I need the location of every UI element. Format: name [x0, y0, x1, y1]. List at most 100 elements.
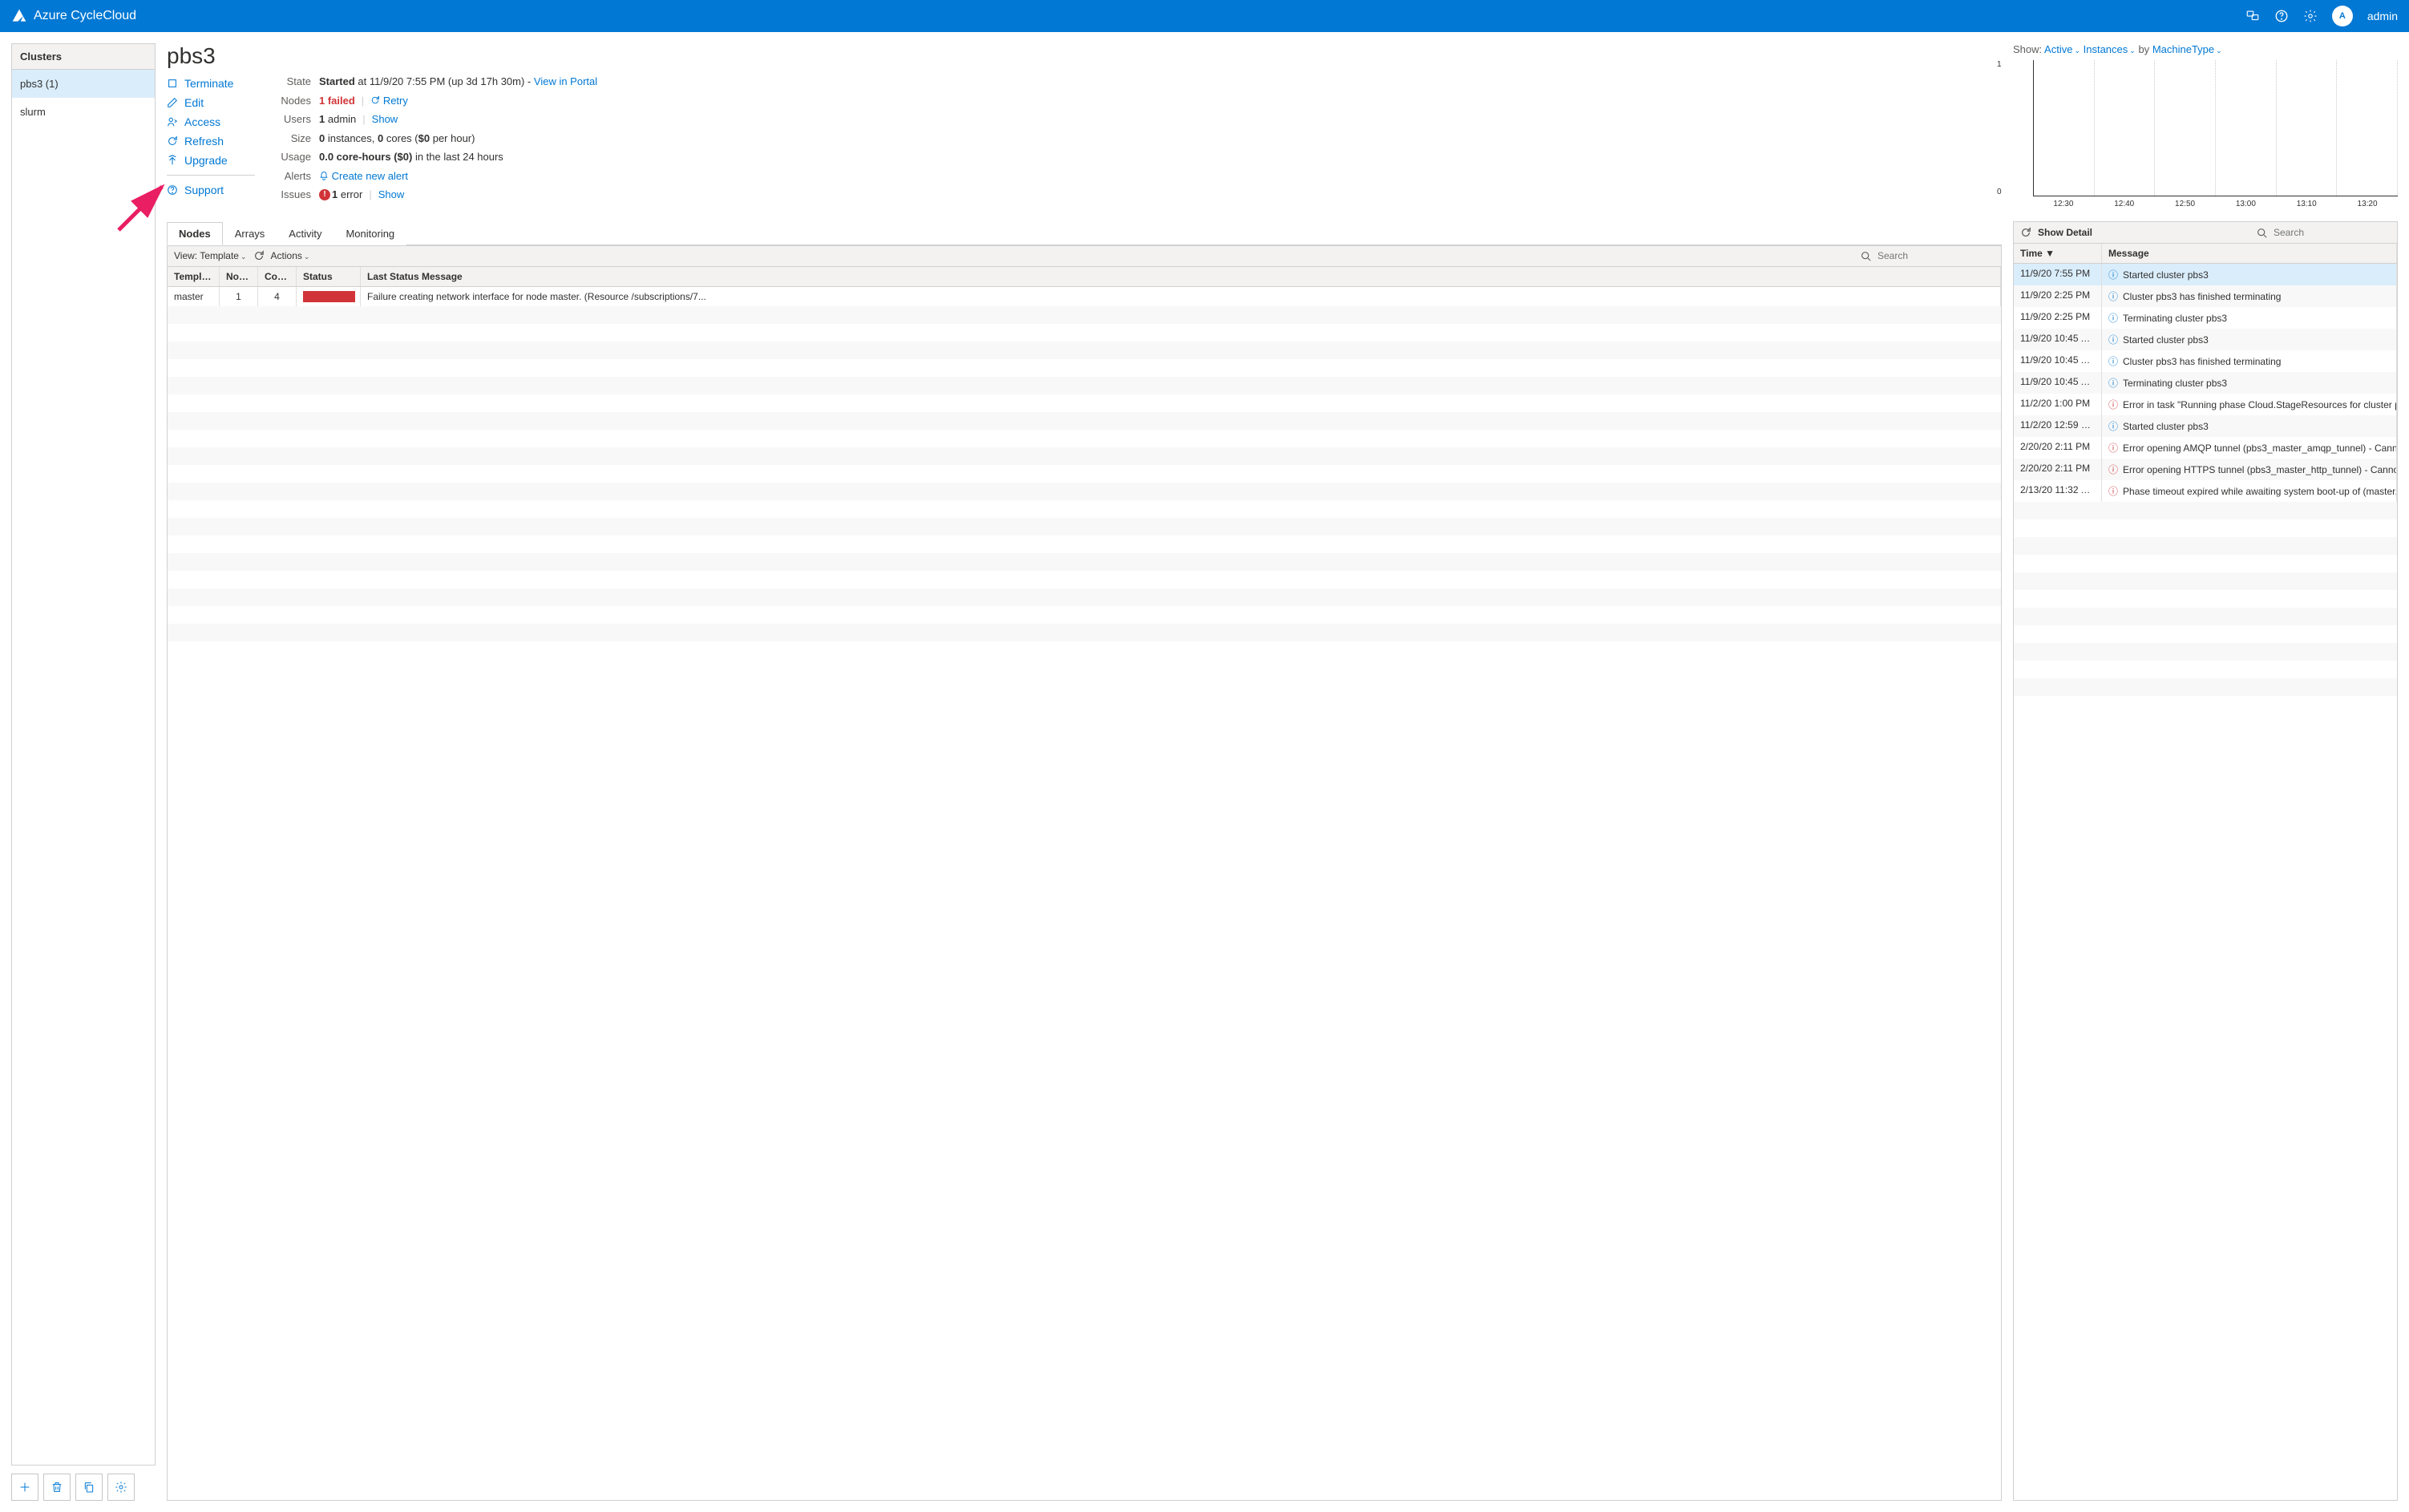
info-icon: ⓘ: [2108, 333, 2118, 346]
event-row[interactable]: 11/9/20 10:45 AMⓘCluster pbs3 has finish…: [2014, 350, 2397, 372]
col-cores[interactable]: Cores: [258, 267, 297, 286]
upgrade-icon: [167, 155, 178, 166]
chart-tick: 12:40: [2094, 200, 2155, 208]
error-icon: ⓘ: [2108, 484, 2118, 498]
view-portal-link[interactable]: View in Portal: [534, 74, 597, 90]
col-nodes[interactable]: Nodes: [220, 267, 258, 286]
node-row[interactable]: master 1 4 Failure creating network inte…: [168, 287, 2001, 306]
cluster-title: pbs3: [167, 43, 1997, 69]
chart-show-instances[interactable]: Instances⌄: [2084, 43, 2136, 55]
user-name[interactable]: admin: [2367, 10, 2398, 22]
gear-icon[interactable]: [2303, 9, 2318, 23]
sidebar-header: Clusters: [12, 44, 155, 70]
show-issues-link[interactable]: Show: [378, 187, 405, 203]
search-icon: [1861, 251, 1871, 261]
col-last-msg[interactable]: Last Status Message: [361, 267, 2001, 286]
support-action[interactable]: Support: [167, 180, 255, 200]
error-icon: ⓘ: [2108, 463, 2118, 476]
person-icon: [167, 116, 178, 127]
refresh-action[interactable]: Refresh: [167, 131, 255, 151]
tab-arrays[interactable]: Arrays: [223, 222, 277, 245]
info-icon: ⓘ: [2108, 268, 2118, 281]
events-table-head: Time ▼ Message: [2014, 244, 2397, 264]
show-detail-button[interactable]: Show Detail: [2038, 227, 2092, 238]
sidebar-item[interactable]: slurm: [12, 98, 155, 126]
error-badge-icon: !: [319, 189, 330, 200]
event-row[interactable]: 11/9/20 2:25 PMⓘTerminating cluster pbs3: [2014, 307, 2397, 329]
event-row[interactable]: 11/9/20 10:45 AMⓘStarted cluster pbs3: [2014, 329, 2397, 350]
info-icon: ⓘ: [2108, 354, 2118, 368]
copy-cluster-button[interactable]: [75, 1474, 103, 1501]
cluster-actions: Terminate Edit Access Refresh: [167, 74, 255, 206]
info-icon: ⓘ: [2108, 311, 2118, 325]
retry-icon: [370, 95, 380, 105]
chart-tick: 13:10: [2276, 200, 2337, 208]
bell-icon: [319, 171, 329, 180]
avatar[interactable]: A: [2332, 6, 2353, 26]
events-search-input[interactable]: [2270, 225, 2391, 240]
chart-tick: 13:20: [2337, 200, 2398, 208]
chart-area[interactable]: [2033, 60, 2398, 196]
info-icon: ⓘ: [2108, 289, 2118, 303]
settings-button[interactable]: [107, 1474, 135, 1501]
upgrade-action[interactable]: Upgrade: [167, 151, 255, 170]
event-row[interactable]: 11/9/20 2:25 PMⓘCluster pbs3 has finishe…: [2014, 285, 2397, 307]
col-message[interactable]: Message: [2102, 244, 2397, 263]
error-icon: ⓘ: [2108, 398, 2118, 411]
actions-dropdown[interactable]: Actions⌄: [271, 250, 310, 261]
event-row[interactable]: 2/20/20 2:11 PMⓘError opening HTTPS tunn…: [2014, 459, 2397, 480]
clusters-sidebar: Clusters pbs3 (1)slurm: [11, 43, 156, 1501]
tab-nodes[interactable]: Nodes: [167, 222, 223, 245]
chart-panel: Show: Active⌄ Instances⌄ by MachineType⌄…: [2013, 43, 2398, 208]
error-icon: ⓘ: [2108, 441, 2118, 455]
chart-tick: 13:00: [2215, 200, 2276, 208]
event-row[interactable]: 11/9/20 7:55 PMⓘStarted cluster pbs3: [2014, 264, 2397, 285]
tab-activity[interactable]: Activity: [277, 222, 333, 245]
cluster-info: State Started at 11/9/20 7:55 PM (up 3d …: [271, 74, 1997, 206]
info-icon: ⓘ: [2108, 419, 2118, 433]
events-panel: Show Detail Time ▼ Message 11/9/20 7:55 …: [2013, 221, 2398, 1501]
product-title: Azure CycleCloud: [34, 9, 136, 23]
event-row[interactable]: 11/2/20 12:59 PMⓘStarted cluster pbs3: [2014, 415, 2397, 437]
tab-monitoring[interactable]: Monitoring: [333, 222, 406, 245]
app-header: Azure CycleCloud A admin: [0, 0, 2409, 32]
chart-show-active[interactable]: Active⌄: [2044, 43, 2080, 55]
col-template[interactable]: Template ▲: [168, 267, 220, 286]
event-row[interactable]: 11/2/20 1:00 PMⓘError in task "Running p…: [2014, 394, 2397, 415]
edit-action[interactable]: Edit: [167, 93, 255, 112]
question-icon: [167, 184, 178, 196]
event-row[interactable]: 11/9/20 10:45 AMⓘTerminating cluster pbs…: [2014, 372, 2397, 394]
sidebar-item[interactable]: pbs3 (1): [12, 70, 155, 98]
search-icon: [2257, 228, 2267, 238]
retry-link[interactable]: Retry: [383, 93, 408, 109]
nodes-tabs: NodesArraysActivityMonitoring: [167, 222, 2002, 246]
azure-icon: [11, 8, 27, 24]
feedback-icon[interactable]: [2245, 9, 2260, 23]
create-alert-link[interactable]: Create new alert: [332, 168, 408, 184]
refresh-events-button[interactable]: [2020, 227, 2031, 239]
event-row[interactable]: 2/20/20 2:11 PMⓘError opening AMQP tunne…: [2014, 437, 2397, 459]
pencil-icon: [167, 97, 178, 108]
stop-icon: [167, 78, 178, 89]
add-cluster-button[interactable]: [11, 1474, 38, 1501]
refresh-icon: [167, 135, 178, 147]
header-actions: A admin: [2245, 6, 2398, 26]
col-status[interactable]: Status: [297, 267, 361, 286]
info-icon: ⓘ: [2108, 376, 2118, 390]
show-users-link[interactable]: Show: [372, 111, 398, 127]
nodes-table-head: Template ▲ Nodes Cores Status Last Statu…: [168, 267, 2001, 287]
delete-cluster-button[interactable]: [43, 1474, 71, 1501]
col-time[interactable]: Time ▼: [2014, 244, 2102, 263]
terminate-action[interactable]: Terminate: [167, 74, 255, 93]
chart-by-machinetype[interactable]: MachineType⌄: [2152, 43, 2222, 55]
access-action[interactable]: Access: [167, 112, 255, 131]
nodes-search-input[interactable]: [1874, 249, 1995, 263]
refresh-nodes-button[interactable]: [253, 250, 265, 262]
product-logo[interactable]: Azure CycleCloud: [11, 8, 136, 24]
view-dropdown[interactable]: View: Template⌄: [174, 250, 247, 261]
chart-tick: 12:50: [2155, 200, 2216, 208]
chart-tick: 12:30: [2033, 200, 2094, 208]
nodes-panel: View: Template⌄ Actions⌄: [167, 245, 2002, 1501]
event-row[interactable]: 2/13/20 11:32 AMⓘPhase timeout expired w…: [2014, 480, 2397, 502]
help-icon[interactable]: [2274, 9, 2289, 23]
